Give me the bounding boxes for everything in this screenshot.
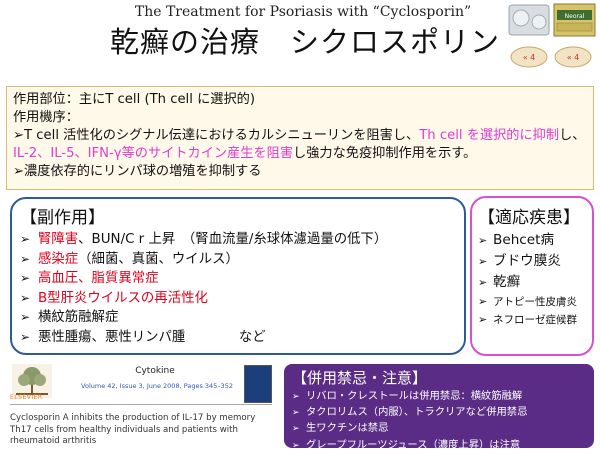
side-effect-item: 悪性腫瘍、悪性リンパ腫 など (20, 328, 456, 348)
mechanism-detail: ➢T cell 活性化のシグナル伝達におけるカルシニューリンを阻害し、Th ce… (13, 128, 586, 161)
contraindication-item: リバロ・クレストールは併用禁忌：横紋筋融解 (292, 389, 586, 405)
paper-citation: ELSEVIER Cytokine Volume 42, Issue 3, Ju… (10, 362, 272, 448)
side-effect-item: 横紋筋融解症 (20, 308, 456, 328)
site-of-action: 作用部位：主にT cell (Th cell に選択的) (13, 92, 255, 107)
contraindication-item: 生ワクチンは禁忌 (292, 421, 586, 437)
indication-item: アトピー性皮膚炎 (478, 293, 586, 311)
contraindication-item: タクロリムス（内服）、トラクリアなど併用禁忌 (292, 405, 586, 421)
package-label: Neoral (565, 13, 585, 20)
side-effects-heading: 【副作用】 (20, 208, 105, 228)
elsevier-tree-logo (12, 364, 52, 398)
contraindications-heading: 【併用禁忌・注意】 (292, 369, 428, 387)
mechanism-box: 作用部位：主にT cell (Th cell に選択的) 作用機序： ➢T ce… (6, 86, 594, 190)
cyclosporin-pills-image: Neoral « 4 « 4 (507, 2, 597, 75)
indication-item: ネフローゼ症候群 (478, 311, 586, 329)
slide-title: 乾癬の治療 シクロスポリン (109, 25, 500, 59)
side-effect-item: 感染症（細菌、真菌、ウイルス） (20, 250, 456, 270)
side-effect-item: 高血圧、脂質異常症 (20, 269, 456, 289)
indication-item: 乾癬 (478, 272, 586, 293)
side-effect-item: B型肝炎ウイルスの再活性化 (20, 289, 456, 309)
concentration-effect: ➢濃度依存的にリンパ球の増殖を抑制する (13, 164, 262, 179)
indications-heading: 【適応疾患】 (478, 208, 580, 228)
contraindications-box: 【併用禁忌・注意】 リバロ・クレストールは併用禁忌：横紋筋融解 タクロリムス（内… (284, 364, 594, 451)
pill-label-2: « 4 (567, 53, 580, 62)
journal-cover-image (244, 365, 272, 403)
contraindication-item: グレープフルーツジュース（濃度上昇）は注意 (292, 438, 586, 454)
journal-name[interactable]: Cytokine (80, 366, 230, 376)
journal-header: ELSEVIER Cytokine Volume 42, Issue 3, Ju… (10, 362, 272, 405)
indications-box: 【適応疾患】 Behcet病 ブドウ膜炎 乾癬 アトピー性皮膚炎 ネフローゼ症候… (470, 196, 594, 356)
indication-item: ブドウ膜炎 (478, 251, 586, 272)
slide-subtitle: The Treatment for Psoriasis with “Cyclos… (134, 4, 472, 20)
pill-label-1: « 4 (523, 53, 536, 62)
journal-reference[interactable]: Volume 42, Issue 3, June 2008, Pages 345… (62, 382, 252, 390)
publisher-name: ELSEVIER (10, 394, 43, 401)
indication-item: Behcet病 (478, 230, 586, 251)
side-effect-item: 腎障害、BUN/C r 上昇 （腎血流量/糸球体濾過量の低下） (20, 230, 456, 250)
mechanism-label: 作用機序： (13, 110, 79, 125)
side-effects-box: 【副作用】 腎障害、BUN/C r 上昇 （腎血流量/糸球体濾過量の低下） 感染… (10, 197, 466, 355)
paper-title: Cyclosporin A inhibits the production of… (10, 413, 256, 446)
